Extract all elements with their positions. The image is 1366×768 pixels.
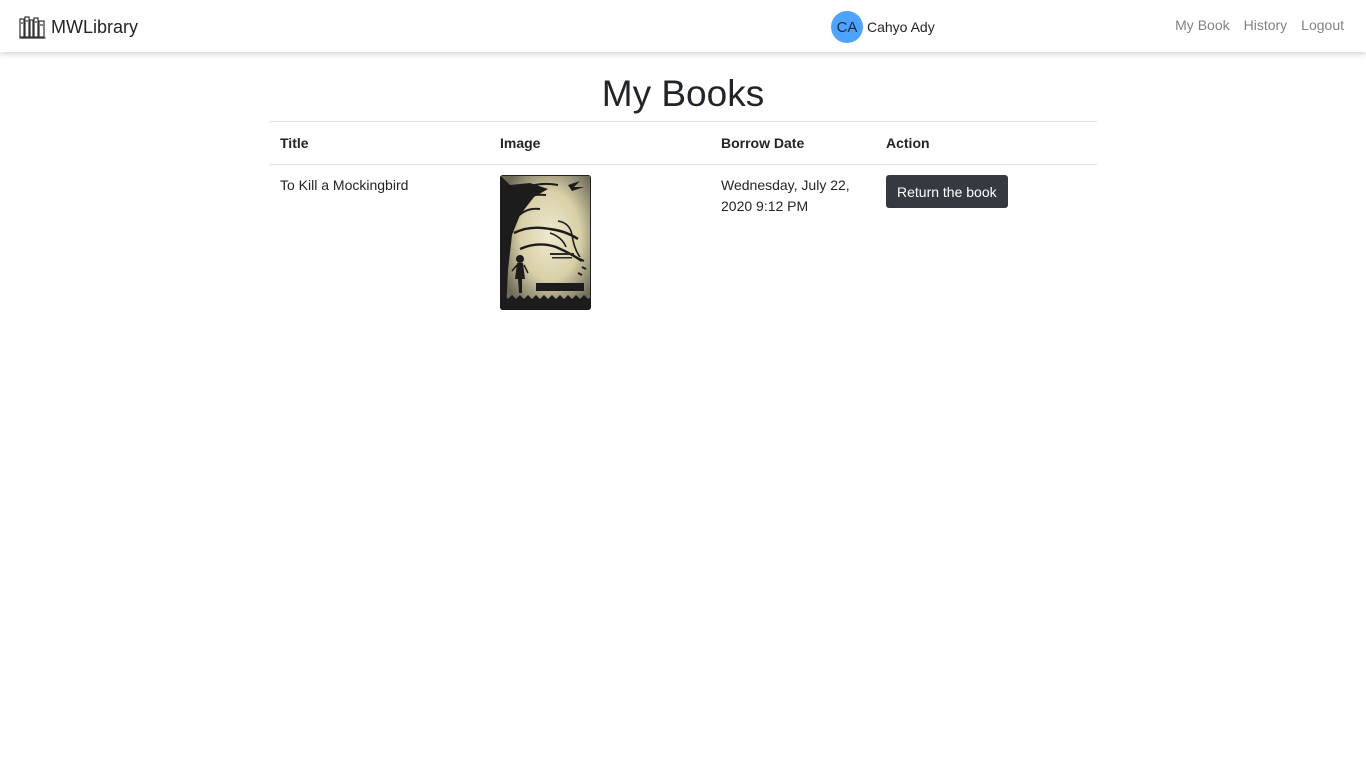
library-books-icon [19,16,46,39]
user-profile[interactable]: CA Cahyo Ady [831,11,935,43]
action-cell: Return the book [875,165,1097,321]
book-title: To Kill a Mockingbird [280,177,409,193]
nav-link-history[interactable]: History [1244,17,1288,33]
nav-links: My Book History Logout [1175,17,1344,33]
borrow-date: Wednesday, July 22, 2020 9:12 PM [721,177,850,214]
header-title: Title [269,121,489,165]
header-image: Image [489,121,710,165]
main-content: My Books Title Image Borrow Date Action … [269,52,1097,320]
brand-name: MWLibrary [51,16,139,37]
book-image-cell [489,165,710,321]
user-name: Cahyo Ady [867,19,935,35]
brand-link[interactable]: MWLibrary [19,14,138,40]
nav-link-my-book[interactable]: My Book [1175,17,1229,33]
header-action: Action [875,121,1097,165]
book-cover-image [500,175,591,310]
avatar: CA [831,11,863,43]
borrowed-books-table: Title Image Borrow Date Action To Kill a… [269,121,1097,320]
table-header-row: Title Image Borrow Date Action [269,121,1097,165]
page-title: My Books [601,73,765,114]
table-row: To Kill a Mockingbird Wednesday, July 22… [269,165,1097,321]
header-borrow-date: Borrow Date [710,121,875,165]
return-book-button[interactable]: Return the book [886,175,1008,208]
nav-link-logout[interactable]: Logout [1301,17,1344,33]
navbar: MWLibrary CA Cahyo Ady My Book History L… [0,0,1366,52]
